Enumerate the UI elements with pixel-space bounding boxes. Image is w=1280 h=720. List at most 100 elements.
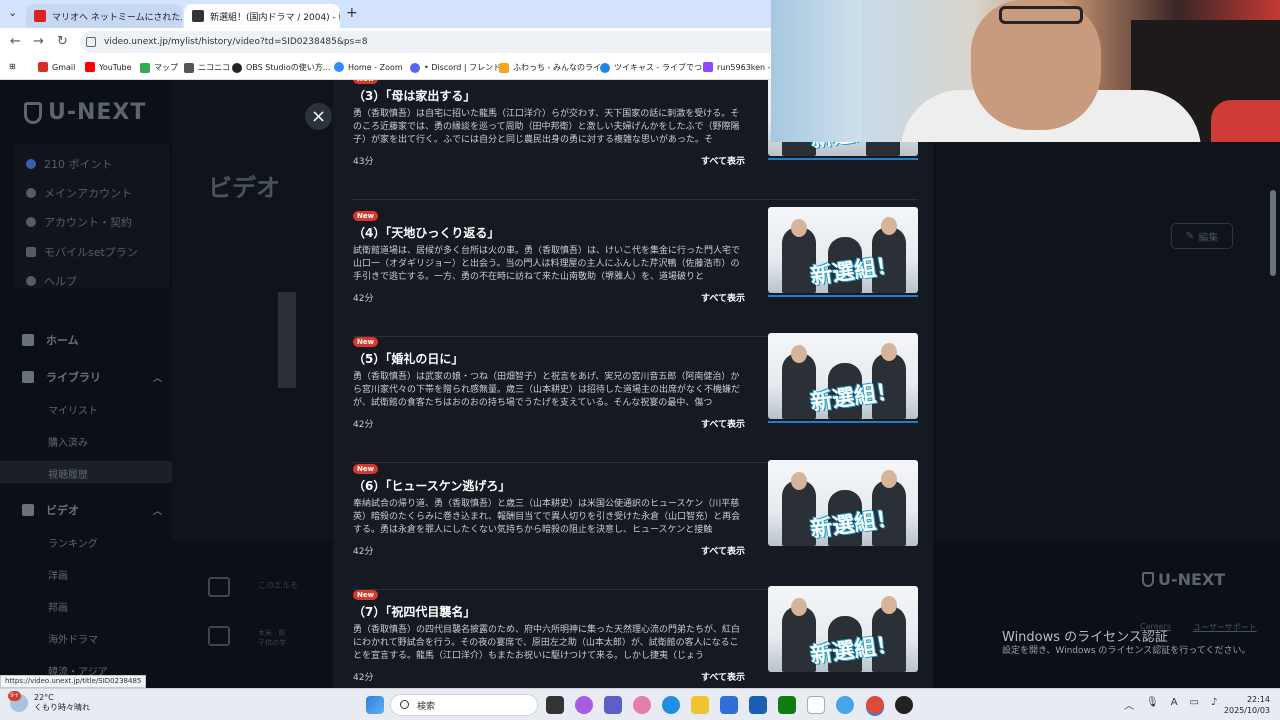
episode-item-7[interactable]: New （7）「祝四代目襲名」 勇（香取慎吾）の四代目襲名披露のため、府中六所明… bbox=[353, 586, 918, 688]
tab-search-icon[interactable]: ⌄ bbox=[8, 6, 17, 19]
show-all-link[interactable]: すべて表示 bbox=[701, 417, 745, 430]
sidebar-item-home[interactable]: ホーム bbox=[22, 332, 162, 348]
tab-mario[interactable]: マリオヘ ネットミームにされた人達に × bbox=[26, 4, 182, 28]
taskbar-search[interactable]: 検索 bbox=[390, 694, 538, 716]
episode-list-modal: New （3）「母は家出する」 勇（香取慎吾）は自宅に招いた龍馬（江口洋介）らが… bbox=[333, 80, 933, 688]
obs-icon[interactable] bbox=[895, 696, 913, 714]
account-contract-item[interactable]: アカウント・契約 bbox=[26, 214, 132, 230]
ime-icon[interactable]: A bbox=[1171, 697, 1178, 712]
xbox-icon[interactable] bbox=[778, 696, 796, 714]
bookmark-gmail[interactable]: Gmail bbox=[38, 62, 75, 72]
close-modal-button[interactable]: × bbox=[305, 103, 332, 130]
bookmark-maps[interactable]: マップ bbox=[140, 62, 178, 73]
points-item[interactable]: 210 ポイント bbox=[26, 156, 113, 172]
show-all-link[interactable]: すべて表示 bbox=[701, 291, 745, 304]
behind-text: このエルモ bbox=[258, 581, 298, 590]
show-all-link[interactable]: すべて表示 bbox=[701, 544, 745, 557]
microphone-icon[interactable]: 🎙 bbox=[1146, 697, 1159, 712]
app-icon[interactable] bbox=[633, 696, 651, 714]
status-url: https://video.unext.jp/title/SID0238485 bbox=[0, 675, 147, 688]
account-contract-label: アカウント・契約 bbox=[44, 216, 132, 229]
new-tab-button[interactable]: + bbox=[346, 5, 358, 21]
sidebar-item-western[interactable]: 洋画 bbox=[48, 567, 68, 582]
system-tray: ︿ 🎙 A ▭ ♪ bbox=[1124, 697, 1217, 712]
episode-item-4[interactable]: New （4）「天地ひっくり返る」 試衛館道場は、居候が多く台所は火の車。勇（香… bbox=[353, 207, 918, 337]
edge-icon[interactable] bbox=[662, 696, 680, 714]
tab-shinsengumi[interactable]: 新選組！(国内ドラマ / 2004) - 動 × bbox=[184, 4, 340, 28]
episode-item-6[interactable]: New （6）「ヒュースケン逃げろ」 奉納試合の帰り道、勇（香取慎吾）と歳三（山… bbox=[353, 460, 918, 590]
network-icon[interactable]: ▭ bbox=[1190, 697, 1199, 712]
copilot-icon[interactable] bbox=[575, 696, 593, 714]
windows-activation-subtitle: 設定を開き、Windows のライセンス認証を行ってください。 bbox=[1002, 646, 1251, 656]
sidebar-item-ranking[interactable]: ランキング bbox=[48, 535, 98, 550]
weather-widget[interactable]: 9+ 22°C くもり時々晴れ bbox=[8, 691, 90, 713]
episode-thumbnail[interactable]: 新選組！ bbox=[768, 333, 918, 419]
bookmark-twitcasting[interactable]: ツイキャス - ライブでつ... bbox=[600, 62, 710, 73]
file-explorer-icon[interactable] bbox=[691, 696, 709, 714]
show-all-link[interactable]: すべて表示 bbox=[701, 670, 745, 683]
sidebar-item-video[interactable]: ビデオ ︿ bbox=[22, 502, 162, 518]
notepad-icon[interactable] bbox=[807, 696, 825, 714]
bookmark-zoom[interactable]: Home - Zoom bbox=[334, 62, 403, 72]
bookmark-label: run5963ken - T bbox=[717, 62, 778, 72]
support-link[interactable]: ユーザーサポート bbox=[1193, 622, 1257, 633]
sidebar-item-mylist[interactable]: マイリスト bbox=[48, 402, 98, 417]
bookmark-fuwacchi[interactable]: ふわっち - みんなのライ... bbox=[499, 62, 609, 73]
sidebar-item-history[interactable]: 視聴履歴 bbox=[48, 466, 88, 481]
footer-logo[interactable]: U-NEXT bbox=[1142, 570, 1225, 589]
bookmark-niconico[interactable]: ニコニコ bbox=[184, 62, 230, 73]
bookmark-obs[interactable]: OBS Studioの使い方... bbox=[232, 62, 330, 73]
unext-logo[interactable]: U-NEXT bbox=[24, 100, 146, 125]
show-all-link[interactable]: すべて表示 bbox=[701, 154, 745, 167]
episode-thumbnail[interactable]: 新選組！ bbox=[768, 460, 918, 546]
episode-title: （3）「母は家出する」 bbox=[353, 89, 476, 103]
bookmark-twitch[interactable]: run5963ken - T bbox=[703, 62, 778, 72]
points-label: 210 ポイント bbox=[44, 158, 113, 171]
site-info-icon[interactable] bbox=[86, 37, 96, 47]
windows-start-icon[interactable] bbox=[366, 696, 384, 714]
zoom-icon bbox=[334, 62, 344, 72]
url-text: video.unext.jp/mylist/history/video?td=S… bbox=[104, 37, 368, 47]
edit-button[interactable]: ✎ 編集 bbox=[1171, 223, 1233, 249]
sidebar-item-japanese[interactable]: 邦画 bbox=[48, 599, 68, 614]
episode-thumbnail[interactable]: 新選組！ bbox=[768, 207, 918, 293]
glasses bbox=[999, 6, 1083, 24]
library-icon bbox=[22, 371, 34, 383]
main-account-label: メインアカウント bbox=[44, 187, 132, 200]
help-item[interactable]: ヘルプ bbox=[26, 273, 77, 289]
apps-grid-icon[interactable]: ⊞ bbox=[9, 62, 16, 71]
face bbox=[791, 598, 807, 616]
ad-icon bbox=[208, 626, 230, 646]
task-view-icon[interactable] bbox=[546, 696, 564, 714]
page-scrollbar[interactable] bbox=[1270, 190, 1276, 276]
bookmark-label: ニコニコ bbox=[198, 63, 230, 72]
bookmark-discord[interactable]: • Discord | フレンド bbox=[410, 62, 501, 73]
episode-thumbnail[interactable]: 新選組！ bbox=[768, 586, 918, 672]
forward-icon[interactable]: → bbox=[33, 34, 44, 49]
app-icon[interactable] bbox=[836, 696, 854, 714]
chrome-icon[interactable] bbox=[866, 696, 884, 714]
sidebar-item-library[interactable]: ライブラリ ︿ bbox=[22, 369, 162, 385]
history-thumbnail[interactable] bbox=[278, 292, 296, 388]
mobile-plan-item[interactable]: モバイルsetプラン bbox=[26, 244, 138, 260]
outlook-icon[interactable] bbox=[749, 696, 767, 714]
bookmark-youtube[interactable]: YouTube bbox=[85, 62, 132, 72]
sidebar-item-overseas-drama[interactable]: 海外ドラマ bbox=[48, 631, 98, 646]
page-title: ビデオ bbox=[208, 174, 280, 202]
bookmark-label: YouTube bbox=[99, 62, 132, 72]
address-bar[interactable]: video.unext.jp/mylist/history/video?td=S… bbox=[80, 31, 780, 53]
sidebar-item-purchased[interactable]: 購入済み bbox=[48, 434, 88, 449]
episode-item-5[interactable]: New （5）「婚礼の日に」 勇（香取慎吾）は武家の娘・つね（田畑智子）と祝言を… bbox=[353, 333, 918, 463]
twitch-icon bbox=[703, 62, 713, 72]
clock[interactable]: 22:14 2025/10/03 bbox=[1220, 694, 1270, 716]
main-account-item[interactable]: メインアカウント bbox=[26, 185, 132, 201]
home-icon bbox=[22, 334, 34, 346]
back-icon[interactable]: ← bbox=[10, 34, 21, 49]
weather-desc: くもり時々晴れ bbox=[34, 703, 90, 712]
store-icon[interactable] bbox=[720, 696, 738, 714]
chevron-up-icon[interactable]: ︿ bbox=[1124, 697, 1134, 712]
teams-icon[interactable] bbox=[604, 696, 622, 714]
episode-title: （7）「祝四代目襲名」 bbox=[353, 605, 476, 619]
reload-icon[interactable]: ↻ bbox=[57, 34, 68, 49]
volume-icon[interactable]: ♪ bbox=[1211, 697, 1217, 712]
